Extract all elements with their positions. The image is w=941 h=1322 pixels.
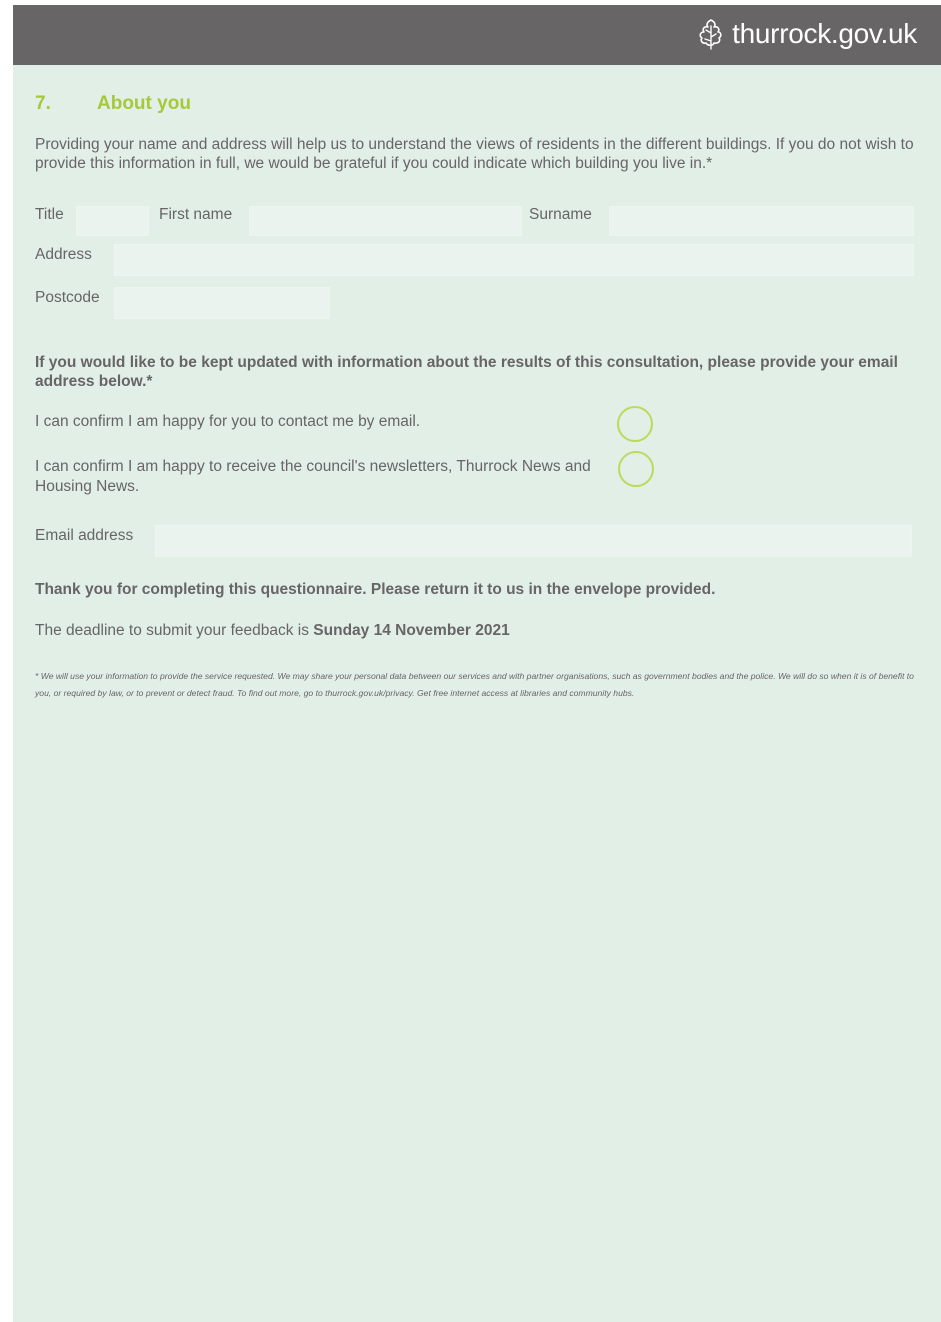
form-page: thurrock.gov.uk 7. About you Providing yo… xyxy=(13,5,941,1322)
newsletters-consent-radio[interactable] xyxy=(618,451,654,487)
oak-leaf-icon xyxy=(699,19,722,50)
section-number: 7. xyxy=(35,93,51,114)
council-logo[interactable]: thurrock.gov.uk xyxy=(696,18,917,50)
deadline-date: Sunday 14 November 2021 xyxy=(313,622,510,639)
section-title: About you xyxy=(97,93,191,114)
first-name-field[interactable] xyxy=(249,206,522,236)
surname-label: Surname xyxy=(529,206,592,223)
first-name-label: First name xyxy=(159,206,233,223)
email-contact-consent-radio[interactable] xyxy=(617,406,653,442)
email-label: Email address xyxy=(35,527,134,544)
logo-text: thurrock.gov.uk xyxy=(732,18,917,49)
thank-you-text: Thank you for completing this questionna… xyxy=(35,581,716,598)
deadline-prefix: The deadline to submit your feedback is xyxy=(35,622,314,639)
surname-field[interactable] xyxy=(609,206,914,236)
email-contact-consent-label: I can confirm I am happy for you to cont… xyxy=(35,413,421,430)
postcode-label: Postcode xyxy=(35,289,100,306)
title-field[interactable] xyxy=(76,206,149,236)
header-bar: thurrock.gov.uk xyxy=(13,5,941,65)
section-heading: 7. About you xyxy=(35,93,191,115)
address-label: Address xyxy=(35,246,92,263)
email-field[interactable] xyxy=(155,525,912,557)
intro-text: Providing your name and address will hel… xyxy=(35,136,914,172)
address-field[interactable] xyxy=(114,244,914,276)
newsletters-consent-label: I can confirm I am happy to receive the … xyxy=(35,458,591,495)
privacy-footnote: * We will use your information to provid… xyxy=(35,671,914,698)
title-label: Title xyxy=(35,206,64,223)
deadline-text: The deadline to submit your feedback is … xyxy=(35,621,920,640)
updates-prompt: If you would like to be kept updated wit… xyxy=(35,354,898,390)
postcode-field[interactable] xyxy=(114,287,330,319)
